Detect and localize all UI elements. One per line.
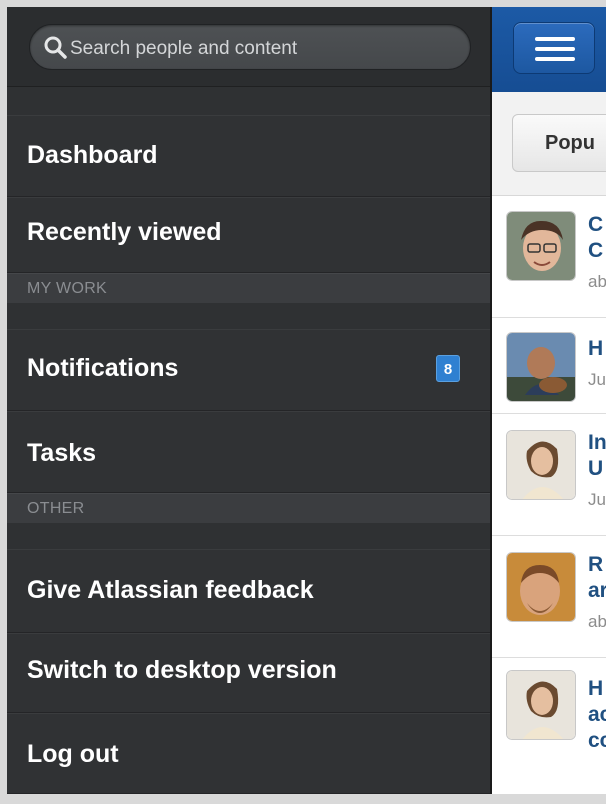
- tab-label: Popu: [545, 132, 595, 154]
- sidebar-item-log-out[interactable]: Log out: [7, 713, 490, 794]
- sidebar-item-switch-to-desktop[interactable]: Switch to desktop version: [7, 633, 490, 713]
- feed-item-meta: ab: [588, 272, 606, 291]
- sidebar-item-label: Switch to desktop version: [27, 656, 337, 684]
- sidebar-item-tasks[interactable]: Tasks: [7, 411, 490, 493]
- section-header-label: OTHER: [27, 500, 85, 517]
- section-header-my-work: MY WORK: [7, 273, 490, 303]
- feed-item-meta: ab: [588, 612, 606, 631]
- avatar: [506, 552, 576, 622]
- avatar: [506, 430, 576, 500]
- search-icon: [44, 36, 67, 59]
- sidebar-item-notifications[interactable]: Notifications 8: [7, 329, 490, 411]
- feed-item-title: In: [588, 431, 606, 454]
- hamburger-icon: [535, 37, 575, 61]
- sidebar-item-give-feedback[interactable]: Give Atlassian feedback: [7, 549, 490, 633]
- sidebar-item-label: Notifications: [27, 354, 179, 382]
- feed-item-title: C: [588, 213, 604, 236]
- feed-item-title: R: [588, 553, 604, 576]
- feed-item-title: H: [588, 677, 604, 700]
- menu-toggle-button[interactable]: [513, 22, 595, 74]
- feed-item-meta: Ju: [588, 370, 606, 389]
- feed-item[interactable]: R ar ab: [492, 536, 606, 658]
- sidebar-item-label: Log out: [27, 740, 119, 768]
- feed-item[interactable]: In U Ju: [492, 414, 606, 536]
- avatar: [506, 670, 576, 740]
- feed-item-meta: Ju: [588, 490, 606, 509]
- app-frame: Search people and content Dashboard Rece…: [7, 7, 606, 794]
- sidebar-item-recently-viewed[interactable]: Recently viewed: [7, 197, 490, 273]
- sidebar-item-label: Give Atlassian feedback: [27, 576, 314, 604]
- sidebar-item-label: Tasks: [27, 439, 97, 467]
- section-header-other: OTHER: [7, 493, 490, 523]
- sidebar-item-label: Dashboard: [27, 141, 158, 169]
- notification-count-badge: 8: [436, 355, 460, 382]
- feed-item-title: U: [588, 457, 604, 480]
- search-placeholder: Search people and content: [70, 38, 298, 59]
- sidebar-item-dashboard[interactable]: Dashboard: [7, 115, 490, 197]
- search-bar: Search people and content: [7, 7, 490, 87]
- feed-item-title: C: [588, 239, 604, 262]
- feed-item-title: ar: [588, 579, 606, 602]
- feed-item[interactable]: H ac cc: [492, 658, 606, 794]
- sidebar-menu: Search people and content Dashboard Rece…: [7, 7, 490, 794]
- avatar: [506, 332, 576, 402]
- avatar: [506, 211, 576, 281]
- section-header-label: MY WORK: [27, 280, 108, 297]
- top-bar: [492, 7, 606, 92]
- feed-item[interactable]: C C ab: [492, 196, 606, 318]
- tab-strip: Popu: [492, 92, 606, 196]
- feed-item-title: ac: [588, 703, 606, 726]
- main-content-panel: Popu C C ab H Ju In U Ju R ar ab H a c: [490, 7, 606, 794]
- tab-popular[interactable]: Popu: [512, 114, 606, 172]
- feed-item-title: H: [588, 337, 604, 360]
- search-input[interactable]: Search people and content: [29, 24, 471, 70]
- feed-item[interactable]: H Ju: [492, 318, 606, 414]
- sidebar-item-label: Recently viewed: [27, 218, 222, 246]
- feed-item-title: cc: [588, 729, 606, 752]
